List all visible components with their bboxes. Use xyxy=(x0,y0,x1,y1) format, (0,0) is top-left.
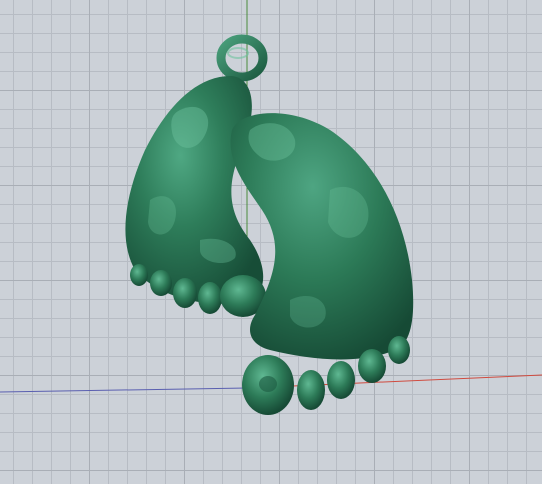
loop-ring xyxy=(216,34,268,82)
left-toe-2 xyxy=(150,270,172,296)
x-axis-negative-line xyxy=(0,387,248,393)
right-toe-1 xyxy=(388,336,410,364)
left-toe-4 xyxy=(198,282,222,314)
left-foot xyxy=(125,75,266,317)
scene-svg xyxy=(0,0,542,415)
right-toe-4 xyxy=(297,370,325,410)
right-toe-2 xyxy=(358,349,386,383)
left-toe-3 xyxy=(173,278,197,308)
right-toe-3 xyxy=(327,361,355,399)
left-toe-1 xyxy=(130,264,148,286)
modeling-viewport[interactable] xyxy=(0,0,542,484)
